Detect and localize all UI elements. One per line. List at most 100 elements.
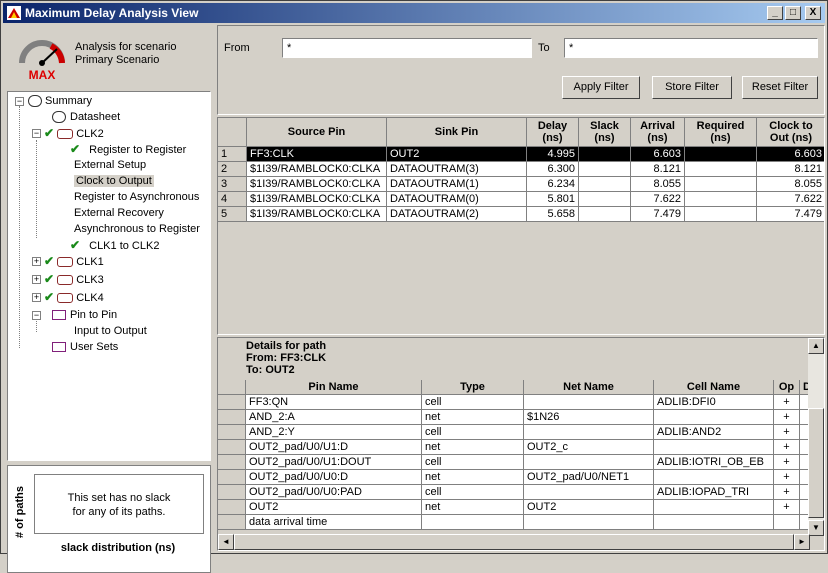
slack-distribution-panel: # of paths This set has no slack for any… (7, 465, 211, 573)
clock-icon (57, 129, 74, 140)
scroll-thumb[interactable] (234, 534, 794, 550)
tree-item-summary[interactable]: Summary (28, 93, 92, 109)
scroll-down-icon[interactable]: ▼ (808, 520, 824, 536)
table-row[interactable]: OUT2_pad/U0/U0:D net OUT2_pad/U0/NET1 + (218, 470, 810, 485)
clock-icon (57, 275, 74, 286)
delay-header[interactable]: Delay (ns) (527, 118, 579, 147)
table-row[interactable]: AND_2:Y cell ADLIB:AND2 + (218, 425, 810, 440)
net-name-header[interactable]: Net Name (524, 380, 654, 395)
tree-item-clk-to-out[interactable]: Clock to Output (74, 173, 154, 189)
check-icon: ✔ (44, 272, 55, 286)
tree-item-clk2[interactable]: ✔ CLK2 (44, 125, 104, 141)
collapse-pin-to-pin-toggle[interactable]: − (32, 311, 41, 320)
store-filter-button[interactable]: Store Filter (652, 76, 732, 99)
details-rows: FF3:QN cell ADLIB:DFI0 + AND_2:A net $1N… (218, 395, 810, 537)
tree-item-reg-to-async[interactable]: Register to Asynchronous (74, 189, 199, 205)
table-row[interactable]: OUT2 net OUT2 + (218, 500, 810, 515)
required-header[interactable]: Required (ns) (685, 118, 757, 147)
expand-clk3-toggle[interactable]: + (32, 275, 41, 284)
scroll-thumb[interactable] (808, 408, 824, 518)
table-row[interactable]: AND_2:A net $1N26 + (218, 410, 810, 425)
scenario-text: Analysis for scenario Primary Scenario (75, 41, 177, 67)
clock-to-out-header[interactable]: Clock to Out (ns) (757, 118, 824, 147)
table-row[interactable]: OUT2_pad/U0/U1:D net OUT2_c + (218, 440, 810, 455)
check-icon: ✔ (70, 142, 81, 156)
expand-clk4-toggle[interactable]: + (32, 293, 41, 302)
details-title: Details for path (246, 340, 327, 352)
details-header: Details for path From: FF3:CLK To: OUT2 (246, 340, 326, 376)
check-icon: ✔ (70, 238, 81, 252)
pin-name-header[interactable]: Pin Name (246, 380, 422, 395)
tree-item-clk1[interactable]: ✔ CLK1 (44, 253, 104, 269)
close-button[interactable]: X (805, 6, 821, 20)
scenario-line1: Analysis for scenario (75, 41, 177, 53)
from-input[interactable]: * (282, 38, 532, 58)
tree-item-datasheet[interactable]: Datasheet (52, 109, 120, 125)
paths-table: Source Pin Sink Pin Delay (ns) Slack (ns… (217, 117, 825, 335)
path-icon (52, 342, 66, 353)
table-row[interactable]: OUT2_pad/U0/U0:PAD cell ADLIB:IOPAD_TRI … (218, 485, 810, 500)
clock-icon (57, 257, 74, 268)
details-from: From: FF3:CLK (246, 352, 327, 364)
op-header[interactable]: Op (774, 380, 800, 395)
clock-icon (57, 293, 74, 304)
collapse-clk2-toggle[interactable]: − (32, 129, 41, 138)
tree-item-async-to-reg[interactable]: Asynchronous to Register (74, 221, 200, 237)
table-row[interactable]: FF3:QN cell ADLIB:DFI0 + (218, 395, 810, 410)
table-row[interactable]: 3 $1I39/RAMBLOCK0:CLKA DATAOUTRAM(1) 6.2… (218, 177, 824, 192)
slack-header[interactable]: Slack (ns) (579, 118, 631, 147)
left-panel: MAX Analysis for scenario Primary Scenar… (5, 25, 211, 573)
details-vertical-scrollbar[interactable]: ▲ ▼ (808, 338, 824, 536)
path-details-panel: Details for path From: FF3:CLK To: OUT2 … (217, 337, 825, 551)
tree-item-clk3[interactable]: ✔ CLK3 (44, 271, 104, 287)
main-window: Maximum Delay Analysis View _ □ X MAX An… (0, 0, 828, 573)
check-icon: ✔ (44, 254, 55, 268)
tree-item-ext-setup[interactable]: External Setup (74, 157, 146, 173)
details-horizontal-scrollbar[interactable]: ◄ ► (218, 534, 810, 550)
cell-name-header[interactable]: Cell Name (654, 380, 774, 395)
to-input[interactable]: * (564, 38, 818, 58)
apply-filter-button[interactable]: Apply Filter (562, 76, 640, 99)
arrival-header[interactable]: Arrival (ns) (631, 118, 685, 147)
scroll-right-icon[interactable]: ► (794, 534, 810, 550)
check-icon: ✔ (44, 290, 55, 304)
path-icon (52, 310, 66, 321)
minimize-button[interactable]: _ (767, 6, 783, 20)
vertical-splitter[interactable] (212, 25, 216, 551)
slack-message-box: This set has no slack for any of its pat… (34, 474, 204, 534)
source-pin-header[interactable]: Source Pin (247, 118, 387, 147)
analysis-tree[interactable]: − Summary Datasheet − ✔ CLK2 ✔ Register … (7, 91, 211, 461)
title-bar: Maximum Delay Analysis View _ □ X (3, 3, 825, 23)
table-row[interactable]: 5 $1I39/RAMBLOCK0:CLKA DATAOUTRAM(2) 5.6… (218, 207, 824, 222)
reset-filter-button[interactable]: Reset Filter (742, 76, 818, 99)
tree-item-clk4[interactable]: ✔ CLK4 (44, 289, 104, 305)
gauge-label: MAX (29, 68, 56, 82)
svg-text:# of paths: # of paths (14, 486, 26, 538)
tree-item-reg-to-reg[interactable]: ✔ Register to Register (70, 141, 186, 157)
scroll-up-icon[interactable]: ▲ (808, 338, 824, 354)
tree-item-ext-recovery[interactable]: External Recovery (74, 205, 164, 221)
tree-item-pin-to-pin[interactable]: Pin to Pin (52, 307, 117, 323)
expand-clk1-toggle[interactable]: + (32, 257, 41, 266)
table-row[interactable]: 4 $1I39/RAMBLOCK0:CLKA DATAOUTRAM(0) 5.8… (218, 192, 824, 207)
slack-message-line1: This set has no slack (67, 492, 171, 504)
slack-message-line2: for any of its paths. (72, 506, 166, 518)
max-gauge-icon: MAX (19, 40, 65, 82)
from-label: From (224, 42, 250, 54)
table-row[interactable]: data arrival time (218, 515, 810, 530)
tree-item-input-to-output[interactable]: Input to Output (74, 323, 147, 339)
collapse-summary-toggle[interactable]: − (15, 97, 24, 106)
table-row[interactable]: 2 $1I39/RAMBLOCK0:CLKA DATAOUTRAM(3) 6.3… (218, 162, 824, 177)
maximize-button[interactable]: □ (785, 6, 801, 20)
table-row[interactable]: OUT2_pad/U0/U1:DOUT cell ADLIB:IOTRI_OB_… (218, 455, 810, 470)
sink-pin-header[interactable]: Sink Pin (387, 118, 527, 147)
tree-item-clk1-to-clk2[interactable]: ✔ CLK1 to CLK2 (70, 237, 159, 253)
slack-y-label: # of paths (14, 486, 26, 538)
type-header[interactable]: Type (422, 380, 524, 395)
table-row[interactable]: 1 FF3:CLK OUT2 4.995 6.603 6.603 (218, 147, 824, 162)
datasheet-icon (52, 111, 66, 124)
scroll-left-icon[interactable]: ◄ (218, 534, 234, 550)
check-icon: ✔ (44, 126, 55, 140)
slack-caption: slack distribution (ns) (60, 542, 176, 554)
tree-item-user-sets[interactable]: User Sets (52, 339, 118, 355)
